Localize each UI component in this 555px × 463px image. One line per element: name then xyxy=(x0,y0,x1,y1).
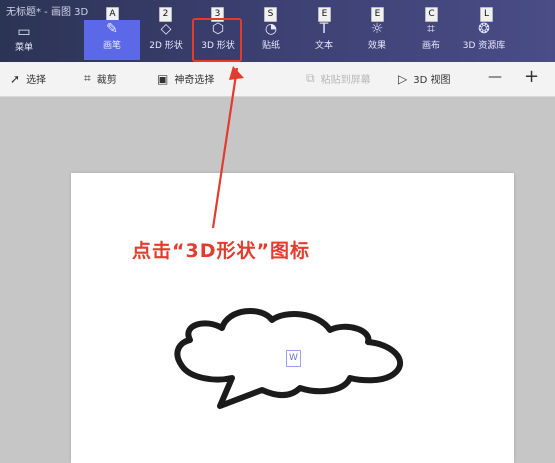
word-badge: W xyxy=(286,350,301,367)
cloud-shape xyxy=(174,307,404,409)
